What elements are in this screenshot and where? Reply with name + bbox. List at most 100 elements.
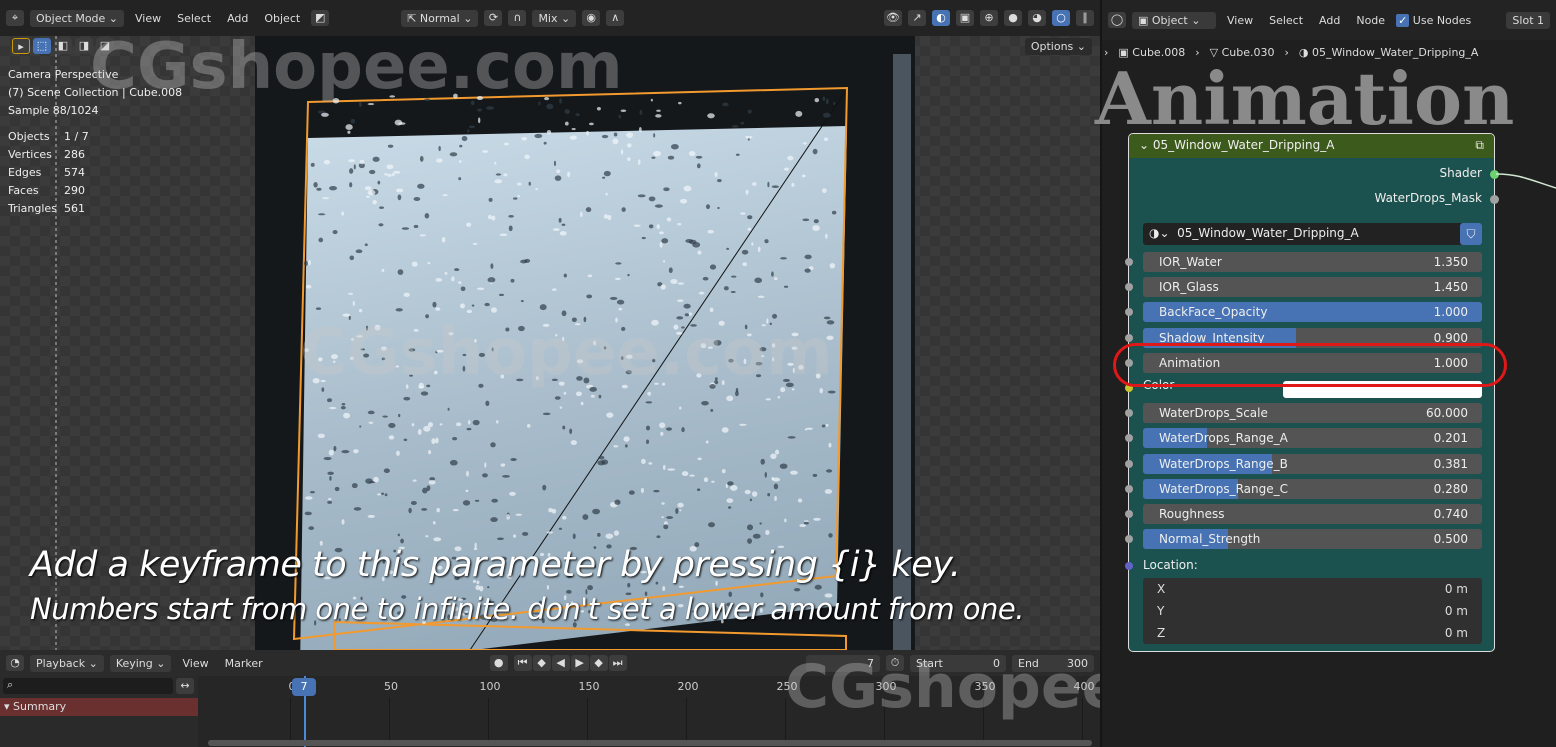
record-icon[interactable]: ● [489,655,508,671]
menu-node-view[interactable]: View [1222,12,1258,29]
menu-playback[interactable]: Playback ⌄ [30,654,104,672]
raindrop [513,534,517,538]
fake-user-shield-icon[interactable]: ⛉ [1460,223,1482,245]
input-socket[interactable] [1125,535,1133,544]
location-x[interactable]: X0 m [1143,578,1482,600]
rendered-shading-icon[interactable]: ○ [1052,10,1070,26]
play-icon[interactable]: ▶ [570,655,589,671]
raindrop [698,291,705,295]
input-socket[interactable] [1125,258,1133,266]
menu-add[interactable]: Add [222,10,253,27]
play-reverse-icon[interactable]: ◀ [551,655,570,671]
solid-shading-icon[interactable]: ● [1004,10,1022,26]
proportional-icon[interactable]: ◉ [582,10,601,26]
raindrop [490,517,498,523]
input-socket[interactable] [1125,434,1133,443]
mode-select[interactable]: Object Mode ⌄ [30,9,125,27]
falloff-icon[interactable]: ∧ [606,10,625,26]
raindrop [477,108,482,112]
search-field[interactable]: ⌕ [3,678,173,694]
xray-icon[interactable]: ▣ [956,10,974,26]
input-ior-glass[interactable]: IOR_Glass 1.450 [1143,277,1482,298]
material-name: 05_Window_Water_Dripping_A [1177,226,1359,240]
timeline-editor-icon[interactable]: ◔ [6,655,24,671]
menu-timeline-view[interactable]: View [177,655,213,672]
visibility-icon[interactable]: 👁 [884,10,902,26]
input-socket[interactable] [1125,283,1133,292]
shader-editor-icon[interactable]: ◯ [1108,12,1126,28]
raindrop [349,182,353,188]
material-selector[interactable]: ◑⌄ 05_Window_Water_Dripping_A ⛉ [1143,223,1482,245]
location-y[interactable]: Y0 m [1143,600,1482,622]
location-vector[interactable]: X0 m Y0 m Z0 m [1143,578,1482,644]
raindrop [821,424,826,428]
jump-end-icon[interactable]: ⏭ [608,655,627,671]
summary-channel[interactable]: ▾ Summary [0,698,198,716]
input-waterdrops-scale[interactable]: WaterDrops_Scale 60.000 [1143,403,1482,424]
raindrop [395,308,403,312]
raindrop [757,295,765,298]
raindrop [412,479,417,482]
blend-select[interactable]: Mix ⌄ [532,9,577,27]
menu-node[interactable]: Node [1351,12,1390,29]
editor-type-icon[interactable]: ⌖ [6,10,24,26]
pivot-icon[interactable]: ⟳ [484,10,503,26]
transform-icon[interactable]: ◩ [311,10,330,26]
snap-icon[interactable]: ∩ [508,10,527,26]
overlay-icon[interactable]: ◐ [932,10,950,26]
orientation-select[interactable]: ⇱ Normal ⌄ [401,9,479,27]
playhead-frame[interactable]: 7 [292,678,316,696]
node-header[interactable]: ⌄ 05_Window_Water_Dripping_A ⧉ [1129,134,1494,158]
menu-node-add[interactable]: Add [1314,12,1345,29]
input-socket[interactable] [1125,459,1133,468]
next-keyframe-icon[interactable]: ◆ [589,655,608,671]
swap-icon[interactable]: ↔ [176,678,194,694]
raindrop [351,482,358,489]
raindrop [569,428,573,435]
timeline-scrollbar[interactable] [208,740,1092,746]
collapse-icon[interactable]: ⌄ [1139,138,1153,154]
menu-select[interactable]: Select [172,10,216,27]
input-normal-strength[interactable]: Normal_Strength 0.500 [1143,529,1482,550]
raindrop [764,471,767,478]
object-type-select[interactable]: ▣ Object ⌄ [1132,11,1216,29]
input-socket[interactable] [1125,333,1133,342]
use-nodes-checkbox[interactable]: ✓ Use Nodes [1396,13,1471,27]
menu-node-select[interactable]: Select [1264,12,1308,29]
location-z[interactable]: Z0 m [1143,622,1482,644]
raindrop [681,427,685,433]
input-label: IOR_Glass [1159,280,1219,295]
jump-start-icon[interactable]: ⏮ [513,655,532,671]
prev-keyframe-icon[interactable]: ◆ [532,655,551,671]
pause-icon[interactable]: ∥ [1076,10,1094,26]
raindrop [510,457,517,462]
gizmo-icon[interactable]: ↗ [908,10,926,26]
input-roughness[interactable]: Roughness 0.740 [1143,504,1482,524]
group-node[interactable]: ⌄ 05_Window_Water_Dripping_A ⧉ Shader Wat… [1125,133,1499,652]
raindrop [304,496,313,500]
input-waterdrops-range-c[interactable]: WaterDrops_Range_C 0.280 [1143,478,1482,499]
menu-marker[interactable]: Marker [220,655,268,672]
input-waterdrops-range-a[interactable]: WaterDrops_Range_A 0.201 [1143,428,1482,449]
material-shading-icon[interactable]: ◕ [1028,10,1046,26]
slot-select[interactable]: Slot 1 [1506,11,1550,29]
menu-view[interactable]: View [130,10,166,27]
raindrop [417,428,422,435]
input-waterdrops-range-b[interactable]: WaterDrops_Range_B 0.381 [1143,453,1482,474]
wireframe-shading-icon[interactable]: ⊕ [980,10,998,26]
input-socket[interactable] [1125,409,1133,418]
input-socket[interactable] [1125,308,1133,317]
input-ior-water[interactable]: IOR_Water 1.350 [1143,252,1482,272]
input-socket[interactable] [1125,484,1133,493]
raindrop [825,233,828,239]
input-backface-opacity[interactable]: BackFace_Opacity 1.000 [1143,302,1482,323]
raindrop [826,469,833,473]
input-socket[interactable] [1125,510,1133,518]
raindrop [747,227,752,231]
node-group-icon[interactable]: ⧉ [1475,138,1484,154]
menu-keying[interactable]: Keying ⌄ [109,654,172,672]
raindrop [772,477,781,482]
menu-object[interactable]: Object [259,10,305,27]
location-socket[interactable] [1125,562,1133,570]
caption-line-2: Numbers start from one to infinite. don'… [30,592,1025,626]
